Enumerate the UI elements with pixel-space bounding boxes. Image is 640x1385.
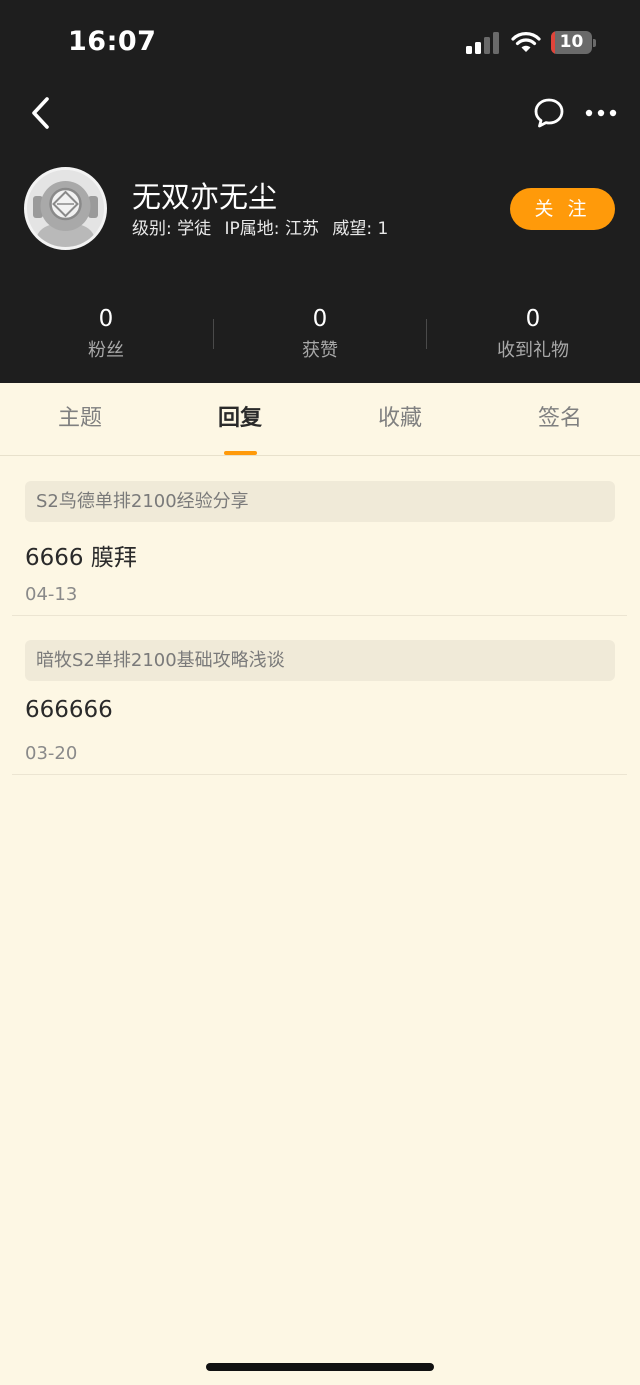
stats-row: 0 粉丝 0 获赞 0 收到礼物 (0, 300, 640, 370)
reply-topic-link[interactable]: S2鸟德单排2100经验分享 (25, 481, 615, 522)
stat-label: 收到礼物 (497, 340, 569, 361)
battery-icon: 10 (551, 31, 597, 54)
tab-signature[interactable]: 签名 (480, 383, 640, 456)
stat-value: 0 (312, 306, 328, 332)
follow-button[interactable]: 关 注 (510, 188, 615, 230)
reply-date: 04-13 (25, 584, 78, 605)
stat-label: 粉丝 (88, 340, 124, 361)
chat-bubble-icon (534, 98, 564, 128)
list-item[interactable]: 暗牧S2单排2100基础攻略浅谈 666666 03-20 (12, 640, 627, 775)
avatar[interactable] (24, 167, 107, 250)
profile-header: 16:07 10 无双亦无尘 级别: 学徒 IP属地: 江苏 威望: 1 关 注… (0, 0, 640, 383)
reply-topic-link[interactable]: 暗牧S2单排2100基础攻略浅谈 (25, 640, 615, 681)
tab-favorites[interactable]: 收藏 (320, 383, 480, 456)
stat-label: 获赞 (302, 340, 338, 361)
reply-date: 03-20 (25, 743, 78, 764)
profile-meta: 级别: 学徒 IP属地: 江苏 威望: 1 (132, 214, 396, 239)
cellular-signal-icon (466, 32, 500, 54)
stat-value: 0 (525, 306, 541, 332)
reply-content: 666666 (25, 697, 113, 723)
wifi-icon (510, 30, 542, 54)
ip-location: IP属地: 江苏 (224, 219, 319, 239)
status-bar: 16:07 10 (0, 0, 640, 84)
back-button[interactable] (26, 94, 58, 132)
message-button[interactable] (532, 96, 566, 130)
stat-likes[interactable]: 0 获赞 (214, 300, 426, 364)
chevron-left-icon (32, 97, 49, 129)
active-tab-indicator (224, 451, 257, 455)
diving-helmet-avatar (27, 170, 104, 247)
user-level: 级别: 学徒 (132, 219, 212, 239)
username: 无双亦无尘 (132, 180, 278, 214)
reply-content: 6666 膜拜 (25, 545, 137, 571)
stat-value: 0 (98, 306, 114, 332)
battery-level: 10 (559, 32, 584, 52)
more-button[interactable] (584, 100, 618, 126)
status-time: 16:07 (68, 26, 157, 57)
ellipsis-icon (585, 109, 617, 117)
stat-gifts[interactable]: 0 收到礼物 (427, 300, 639, 364)
list-item[interactable]: S2鸟德单排2100经验分享 6666 膜拜 04-13 (12, 481, 627, 616)
stat-followers[interactable]: 0 粉丝 (0, 300, 212, 364)
prestige: 威望: 1 (332, 219, 389, 239)
tab-topics[interactable]: 主题 (0, 383, 160, 456)
home-indicator[interactable] (206, 1363, 434, 1371)
tab-replies[interactable]: 回复 (160, 383, 320, 456)
tab-bar: 主题 回复 收藏 签名 (0, 383, 640, 456)
